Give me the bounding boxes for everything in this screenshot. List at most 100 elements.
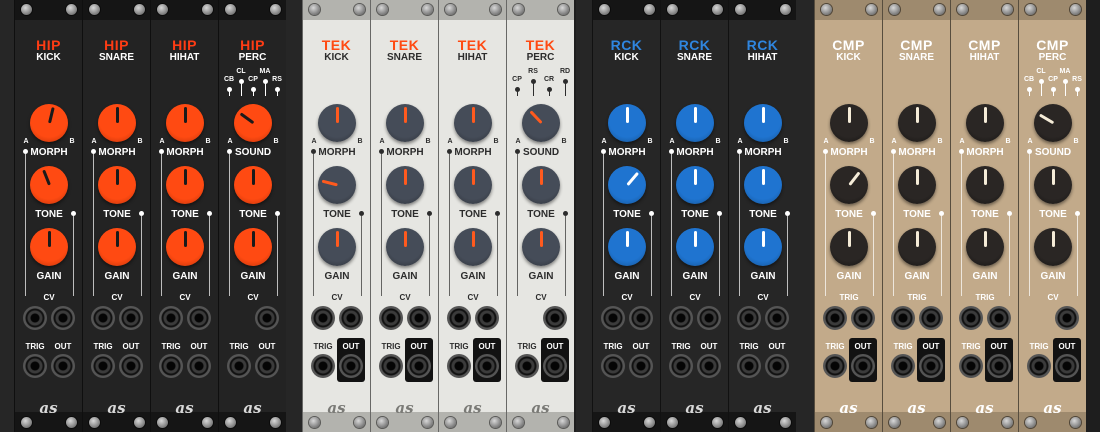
gain-knob[interactable] xyxy=(966,228,1004,266)
tone-knob[interactable] xyxy=(166,166,204,204)
tone-knob[interactable] xyxy=(676,166,714,204)
cv-input-jack[interactable] xyxy=(255,306,279,330)
trig-input-jack[interactable] xyxy=(959,354,983,378)
cv-input-jack[interactable] xyxy=(669,306,693,330)
trig-input-jack[interactable] xyxy=(823,354,847,378)
cv-input-jack[interactable] xyxy=(543,306,567,330)
gain-knob[interactable] xyxy=(898,228,936,266)
cv-input-jack[interactable] xyxy=(475,306,499,330)
cv-input-jack[interactable] xyxy=(91,306,115,330)
trig-input-jack[interactable] xyxy=(737,354,761,378)
cv-input-jack[interactable] xyxy=(311,306,335,330)
cv-input-jack[interactable] xyxy=(379,306,403,330)
audio-output-jack[interactable] xyxy=(987,354,1011,378)
trig-input-jack[interactable] xyxy=(311,354,335,378)
audio-output-jack[interactable] xyxy=(119,354,143,378)
gain-knob[interactable] xyxy=(1034,228,1072,266)
trig-input-jack[interactable] xyxy=(379,354,403,378)
tone-knob[interactable] xyxy=(234,166,272,204)
cv-input-jack[interactable] xyxy=(765,306,789,330)
gain-knob[interactable] xyxy=(318,228,356,266)
audio-output-jack[interactable] xyxy=(697,354,721,378)
trig-input-jack[interactable] xyxy=(669,354,693,378)
gain-knob[interactable] xyxy=(30,228,68,266)
cv-input-jack[interactable] xyxy=(629,306,653,330)
audio-output-jack[interactable] xyxy=(629,354,653,378)
tone-knob[interactable] xyxy=(744,166,782,204)
gain-knob[interactable] xyxy=(676,228,714,266)
audio-output-jack[interactable] xyxy=(543,354,567,378)
cv-input-jack[interactable] xyxy=(959,306,983,330)
gain-knob[interactable] xyxy=(98,228,136,266)
audio-output-jack[interactable] xyxy=(919,354,943,378)
cv-input-jack[interactable] xyxy=(891,306,915,330)
gain-knob[interactable] xyxy=(608,228,646,266)
tone-knob[interactable] xyxy=(522,166,560,204)
tone-knob[interactable] xyxy=(1034,166,1072,204)
morph-knob[interactable] xyxy=(830,104,868,142)
morph-knob[interactable] xyxy=(386,104,424,142)
audio-output-jack[interactable] xyxy=(407,354,431,378)
tone-knob[interactable] xyxy=(30,166,68,204)
gain-knob[interactable] xyxy=(830,228,868,266)
audio-output-jack[interactable] xyxy=(339,354,363,378)
trig-input-jack[interactable] xyxy=(1027,354,1051,378)
morph-knob[interactable] xyxy=(98,104,136,142)
morph-knob[interactable] xyxy=(608,104,646,142)
tone-knob[interactable] xyxy=(608,166,646,204)
tone-knob[interactable] xyxy=(98,166,136,204)
audio-output-jack[interactable] xyxy=(1055,354,1079,378)
cv-input-jack[interactable] xyxy=(737,306,761,330)
cv-input-jack[interactable] xyxy=(339,306,363,330)
audio-output-jack[interactable] xyxy=(255,354,279,378)
cv-input-jack[interactable] xyxy=(447,306,471,330)
cv-input-jack[interactable] xyxy=(407,306,431,330)
cv-input-jack[interactable] xyxy=(601,306,625,330)
cv-input-jack[interactable] xyxy=(987,306,1011,330)
gain-knob[interactable] xyxy=(166,228,204,266)
audio-output-jack[interactable] xyxy=(51,354,75,378)
tone-knob[interactable] xyxy=(318,166,356,204)
trig-input-jack[interactable] xyxy=(515,354,539,378)
morph-knob[interactable] xyxy=(676,104,714,142)
trig-input-jack[interactable] xyxy=(159,354,183,378)
audio-output-jack[interactable] xyxy=(851,354,875,378)
tone-knob[interactable] xyxy=(386,166,424,204)
cv-input-jack[interactable] xyxy=(23,306,47,330)
cv-input-jack[interactable] xyxy=(697,306,721,330)
tone-knob[interactable] xyxy=(898,166,936,204)
trig-input-jack[interactable] xyxy=(891,354,915,378)
trig-input-jack[interactable] xyxy=(447,354,471,378)
sound-knob[interactable] xyxy=(522,104,560,142)
cv-input-jack[interactable] xyxy=(187,306,211,330)
cv-input-jack[interactable] xyxy=(159,306,183,330)
trig-input-jack[interactable] xyxy=(23,354,47,378)
morph-knob[interactable] xyxy=(454,104,492,142)
morph-knob[interactable] xyxy=(966,104,1004,142)
morph-knob[interactable] xyxy=(898,104,936,142)
trig-input-jack[interactable] xyxy=(601,354,625,378)
tone-knob[interactable] xyxy=(966,166,1004,204)
gain-knob[interactable] xyxy=(744,228,782,266)
cv-input-jack[interactable] xyxy=(851,306,875,330)
cv-input-jack[interactable] xyxy=(51,306,75,330)
morph-knob[interactable] xyxy=(744,104,782,142)
morph-knob[interactable] xyxy=(30,104,68,142)
morph-knob[interactable] xyxy=(318,104,356,142)
gain-knob[interactable] xyxy=(234,228,272,266)
trig-input-jack[interactable] xyxy=(91,354,115,378)
trig-input-jack[interactable] xyxy=(227,354,251,378)
tone-knob[interactable] xyxy=(454,166,492,204)
tone-knob[interactable] xyxy=(830,166,868,204)
cv-input-jack[interactable] xyxy=(119,306,143,330)
audio-output-jack[interactable] xyxy=(765,354,789,378)
audio-output-jack[interactable] xyxy=(475,354,499,378)
cv-input-jack[interactable] xyxy=(823,306,847,330)
cv-input-jack[interactable] xyxy=(919,306,943,330)
gain-knob[interactable] xyxy=(454,228,492,266)
cv-input-jack[interactable] xyxy=(1055,306,1079,330)
morph-knob[interactable] xyxy=(166,104,204,142)
gain-knob[interactable] xyxy=(522,228,560,266)
sound-knob[interactable] xyxy=(234,104,272,142)
audio-output-jack[interactable] xyxy=(187,354,211,378)
